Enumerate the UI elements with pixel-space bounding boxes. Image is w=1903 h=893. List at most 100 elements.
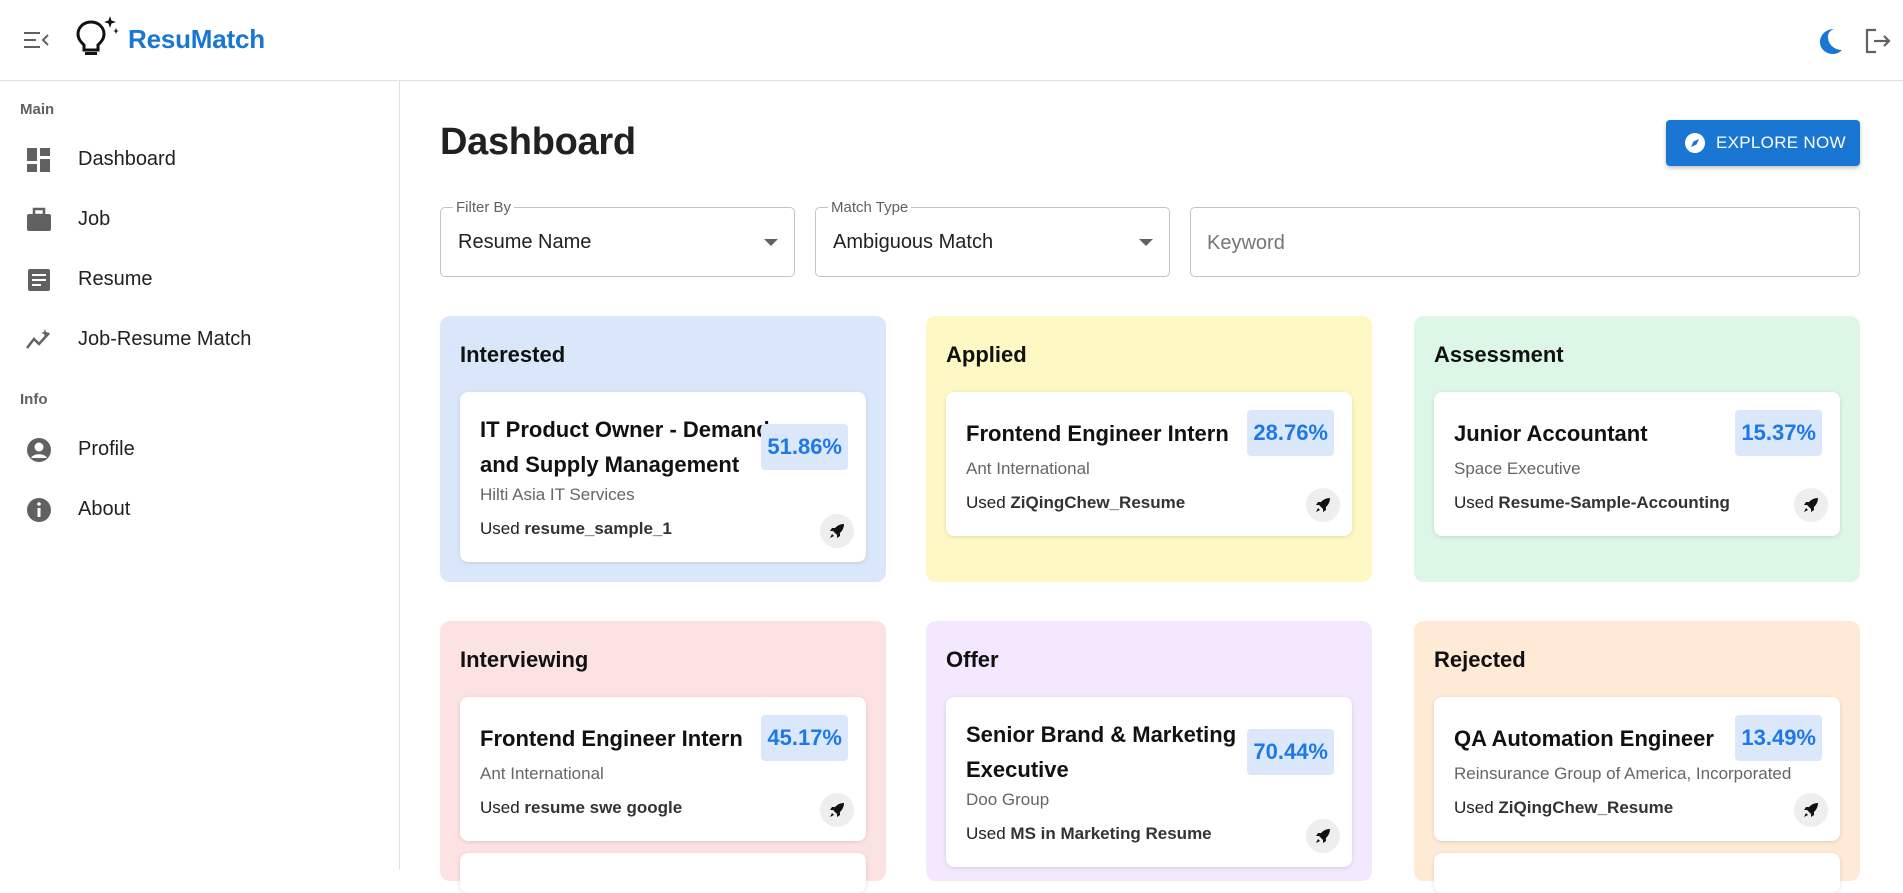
used-prefix: Used: [966, 824, 1006, 843]
sidebar-section-main: Main: [20, 101, 55, 118]
job-card[interactable]: Junior Accountant 15.37% Space Executive…: [1434, 392, 1840, 536]
match-score-badge: 51.86%: [761, 424, 848, 470]
brand-title[interactable]: ResuMatch: [128, 24, 265, 55]
filter-by-value: Resume Name: [458, 231, 592, 253]
company-name: Ant International: [966, 459, 1090, 478]
used-prefix: Used: [1454, 798, 1494, 817]
explore-now-label: EXPLORE NOW: [1716, 133, 1846, 152]
sidebar-item-label: About: [78, 498, 131, 520]
sidebar-item-label: Resume: [78, 268, 153, 290]
top-app-bar: ResuMatch: [0, 0, 1903, 81]
job-card-partial[interactable]: [460, 853, 866, 893]
rocket-icon[interactable]: [820, 793, 854, 827]
status-column-interested: Interested IT Product Owner - Demand and…: [440, 316, 886, 582]
job-title: Frontend Engineer Intern: [480, 726, 743, 751]
resume-name: ZiQingChew_Resume: [1010, 493, 1186, 512]
match-score-badge: 45.17%: [761, 715, 848, 761]
resume-name: resume swe google: [524, 798, 683, 817]
used-resume: Used ZiQingChew_Resume: [1454, 798, 1673, 818]
dropdown-arrow-icon: [1139, 239, 1153, 246]
status-column-assessment: Assessment Junior Accountant 15.37% Spac…: [1414, 316, 1860, 582]
resume-name: Resume-Sample-Accounting: [1498, 493, 1730, 512]
info-icon: [25, 496, 53, 524]
used-resume: Used Resume-Sample-Accounting: [1454, 493, 1730, 513]
match-score-badge: 28.76%: [1247, 410, 1334, 456]
used-prefix: Used: [966, 493, 1006, 512]
job-title: Junior Accountant: [1454, 421, 1648, 446]
column-title: Assessment: [1434, 342, 1564, 367]
status-column-offer: Offer Senior Brand & Marketing Executive…: [926, 621, 1372, 881]
company-name: Space Executive: [1454, 459, 1581, 478]
sidebar-item-job-resume-match[interactable]: Job-Resume Match: [0, 312, 399, 368]
sidebar-item-label: Profile: [78, 438, 135, 460]
company-name: Doo Group: [966, 790, 1050, 809]
briefcase-icon: [25, 206, 53, 234]
collapse-menu-icon[interactable]: [22, 27, 50, 53]
document-icon: [25, 266, 53, 294]
logout-icon[interactable]: [1862, 25, 1894, 57]
company-name: Hilti Asia IT Services: [480, 485, 635, 504]
sidebar-item-dashboard[interactable]: Dashboard: [0, 132, 399, 188]
sidebar-item-profile[interactable]: Profile: [0, 422, 399, 478]
column-title: Offer: [946, 647, 999, 672]
sidebar-item-about[interactable]: About: [0, 482, 399, 538]
match-score-badge: 15.37%: [1735, 410, 1822, 456]
column-title: Interested: [460, 342, 566, 367]
rocket-icon[interactable]: [1306, 819, 1340, 853]
status-column-rejected: Rejected QA Automation Engineer 13.49% R…: [1414, 621, 1860, 893]
status-column-interviewing: Interviewing Frontend Engineer Intern 45…: [440, 621, 886, 893]
sidebar-item-job[interactable]: Job: [0, 192, 399, 248]
resume-name: MS in Marketing Resume: [1010, 824, 1212, 843]
lightbulb-logo-icon: [74, 14, 120, 58]
filter-by-select[interactable]: Filter By Resume Name: [440, 199, 795, 277]
match-type-value: Ambiguous Match: [833, 231, 994, 253]
page-title: Dashboard: [440, 121, 636, 163]
sidebar-item-label: Job-Resume Match: [78, 328, 252, 350]
rocket-icon[interactable]: [820, 514, 854, 548]
job-title: IT Product Owner - Demand and Supply Man…: [480, 417, 770, 477]
rocket-icon[interactable]: [1306, 488, 1340, 522]
resume-name: resume_sample_1: [524, 519, 672, 538]
used-prefix: Used: [480, 798, 520, 817]
explore-now-button[interactable]: EXPLORE NOW: [1666, 120, 1860, 166]
dark-mode-moon-icon[interactable]: [1814, 25, 1846, 57]
keyword-input[interactable]: [1207, 228, 1837, 258]
job-card[interactable]: QA Automation Engineer 13.49% Reinsuranc…: [1434, 697, 1840, 841]
main-content: Dashboard EXPLORE NOW Filter By Resume N…: [401, 81, 1903, 893]
match-score-badge: 70.44%: [1247, 729, 1334, 775]
company-name: Ant International: [480, 764, 604, 783]
used-resume: Used resume_sample_1: [480, 519, 672, 539]
job-card-partial[interactable]: [1434, 853, 1840, 893]
compass-icon: [1684, 132, 1706, 154]
job-card[interactable]: Senior Brand & Marketing Executive 70.44…: [946, 697, 1352, 867]
keyword-field: [1190, 207, 1860, 277]
sidebar-item-resume[interactable]: Resume: [0, 252, 399, 308]
used-prefix: Used: [480, 519, 520, 538]
dropdown-arrow-icon: [764, 239, 778, 246]
sidebar-item-label: Job: [78, 208, 111, 230]
sidebar-section-info: Info: [20, 391, 48, 408]
used-resume: Used resume swe google: [480, 798, 682, 818]
used-resume: Used MS in Marketing Resume: [966, 824, 1212, 844]
used-prefix: Used: [1454, 493, 1494, 512]
dashboard-icon: [25, 146, 53, 174]
resume-name: ZiQingChew_Resume: [1498, 798, 1674, 817]
column-title: Interviewing: [460, 647, 589, 672]
job-card[interactable]: IT Product Owner - Demand and Supply Man…: [460, 392, 866, 562]
company-name: Reinsurance Group of America, Incorporat…: [1454, 764, 1792, 783]
rocket-icon[interactable]: [1794, 793, 1828, 827]
rocket-icon[interactable]: [1794, 488, 1828, 522]
match-score-badge: 13.49%: [1735, 715, 1822, 761]
sidebar-item-label: Dashboard: [78, 148, 176, 170]
account-circle-icon: [25, 436, 53, 464]
match-type-select[interactable]: Match Type Ambiguous Match: [815, 199, 1170, 277]
job-title: QA Automation Engineer: [1454, 726, 1714, 751]
match-type-label: Match Type: [828, 199, 912, 216]
used-resume: Used ZiQingChew_Resume: [966, 493, 1185, 513]
column-title: Rejected: [1434, 647, 1526, 672]
filter-by-label: Filter By: [453, 199, 515, 216]
job-card[interactable]: Frontend Engineer Intern 45.17% Ant Inte…: [460, 697, 866, 841]
trend-icon: [25, 326, 53, 354]
column-title: Applied: [946, 342, 1027, 367]
job-card[interactable]: Frontend Engineer Intern 28.76% Ant Inte…: [946, 392, 1352, 536]
